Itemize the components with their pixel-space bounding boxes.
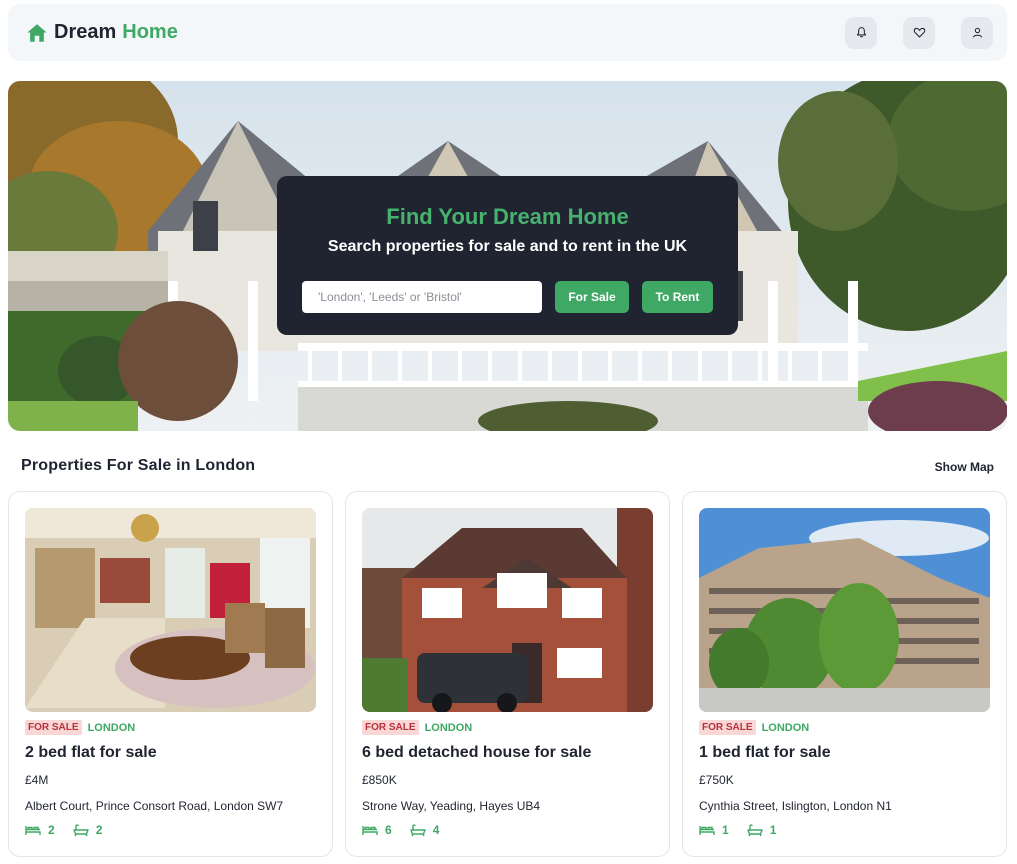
property-title[interactable]: 6 bed detached house for sale bbox=[362, 744, 591, 762]
property-card[interactable]: FOR SALE LONDON 2 bed flat for sale £4M … bbox=[8, 491, 333, 857]
hero-subtitle: Search properties for sale and to rent i… bbox=[327, 238, 688, 255]
location-search-input[interactable] bbox=[302, 281, 542, 313]
location-label: LONDON bbox=[87, 721, 136, 734]
property-features: 2 2 bbox=[25, 823, 102, 837]
property-address: Cynthia Street, Islington, London N1 bbox=[699, 799, 892, 813]
favorites-button[interactable] bbox=[903, 16, 935, 49]
bell-icon bbox=[856, 27, 866, 38]
top-header: Dream Home bbox=[8, 4, 1007, 61]
bed-icon bbox=[699, 826, 715, 835]
tags: FOR SALE LONDON bbox=[25, 720, 135, 735]
property-price: £750K bbox=[699, 773, 734, 787]
bed-count: 6 bbox=[385, 823, 392, 837]
brand-logo[interactable]: Dream Home bbox=[26, 21, 178, 44]
brand-name-home: Home bbox=[122, 21, 178, 43]
location-label: LONDON bbox=[761, 721, 810, 734]
property-features: 6 4 bbox=[362, 823, 439, 837]
section-title: Properties For Sale in London bbox=[21, 457, 256, 474]
property-photo[interactable] bbox=[362, 508, 653, 712]
living-room-photo bbox=[25, 508, 316, 712]
hero-banner: Find Your Dream Home Search properties f… bbox=[8, 81, 1007, 431]
home-icon bbox=[26, 22, 48, 44]
bed-count: 1 bbox=[722, 823, 729, 837]
location-label: LONDON bbox=[424, 721, 473, 734]
property-photo[interactable] bbox=[699, 508, 990, 712]
property-card[interactable]: FOR SALE LONDON 6 bed detached house for… bbox=[345, 491, 670, 857]
property-address: Strone Way, Yeading, Hayes UB4 bbox=[362, 799, 541, 813]
heart-icon bbox=[913, 27, 925, 38]
property-title[interactable]: 2 bed flat for sale bbox=[25, 744, 157, 762]
bed-icon bbox=[25, 826, 41, 835]
apartment-building-photo bbox=[699, 508, 990, 712]
property-address: Albert Court, Prince Consort Road, Londo… bbox=[25, 799, 284, 813]
user-icon bbox=[972, 27, 982, 38]
bed-count: 2 bbox=[48, 823, 55, 837]
property-price: £4M bbox=[25, 773, 49, 787]
property-price: £850K bbox=[362, 773, 397, 787]
bath-icon bbox=[746, 824, 763, 837]
header-actions bbox=[845, 16, 993, 49]
brand-name-dream: Dream bbox=[54, 21, 117, 43]
property-card[interactable]: FOR SALE LONDON 1 bed flat for sale £750… bbox=[682, 491, 1007, 857]
property-features: 1 1 bbox=[699, 823, 776, 837]
hero-title: Find Your Dream Home bbox=[386, 204, 629, 229]
tags: FOR SALE LONDON bbox=[699, 720, 809, 735]
bath-count: 2 bbox=[95, 823, 103, 837]
tags: FOR SALE LONDON bbox=[362, 720, 472, 735]
brick-house-photo bbox=[362, 508, 653, 712]
show-map-link[interactable]: Show Map bbox=[935, 460, 994, 474]
search-panel: Find Your Dream Home Search properties f… bbox=[277, 176, 738, 335]
bath-count: 4 bbox=[432, 823, 440, 837]
property-photo[interactable] bbox=[25, 508, 316, 712]
for-sale-button[interactable]: For Sale bbox=[555, 281, 629, 313]
notifications-button[interactable] bbox=[845, 16, 877, 49]
status-badge: FOR SALE bbox=[25, 720, 82, 735]
status-badge: FOR SALE bbox=[699, 720, 756, 735]
bath-icon bbox=[409, 824, 426, 837]
search-row: For Sale To Rent bbox=[302, 281, 713, 313]
bath-count: 1 bbox=[769, 823, 777, 837]
status-badge: FOR SALE bbox=[362, 720, 419, 735]
bed-icon bbox=[362, 826, 378, 835]
bath-icon bbox=[72, 824, 89, 837]
property-title[interactable]: 1 bed flat for sale bbox=[699, 744, 831, 762]
account-button[interactable] bbox=[961, 16, 993, 49]
to-rent-button[interactable]: To Rent bbox=[642, 281, 713, 313]
